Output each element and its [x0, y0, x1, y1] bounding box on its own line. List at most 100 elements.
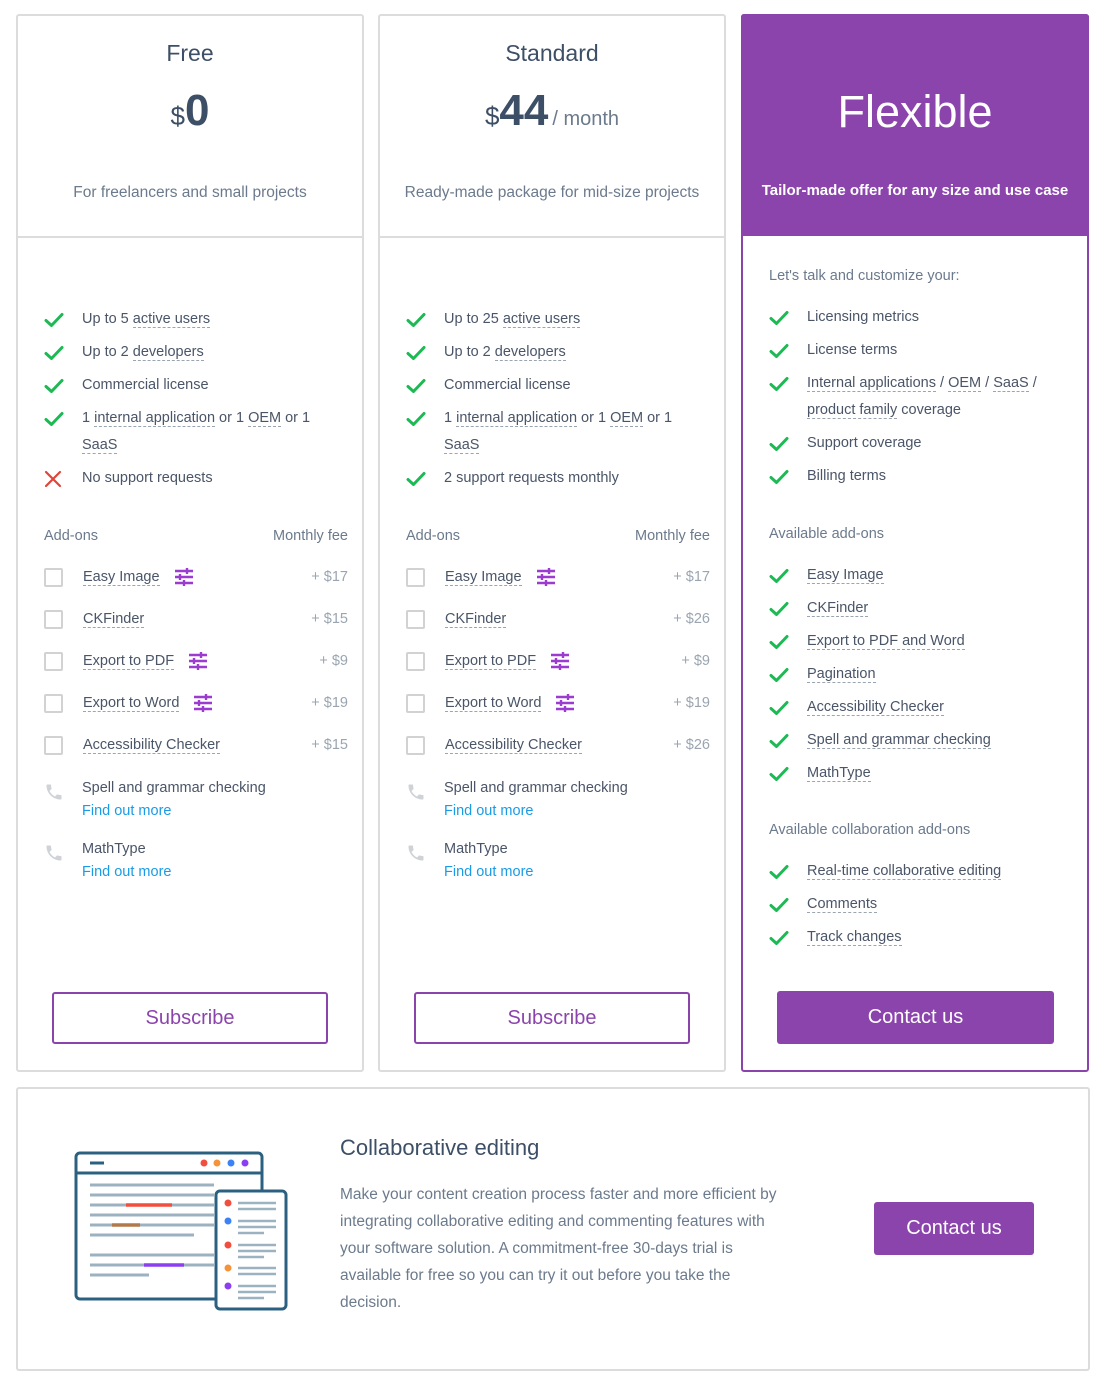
addon-checkbox[interactable]: [406, 735, 425, 755]
find-out-more-link[interactable]: Find out more: [82, 859, 171, 886]
tooltip-term[interactable]: MathType: [807, 765, 871, 782]
addon-name[interactable]: Export to Word: [83, 695, 180, 712]
addon-name[interactable]: Export to PDF: [445, 653, 537, 670]
contact-us-button[interactable]: Contact us: [777, 991, 1054, 1044]
feature-item: Up to 5 active users: [44, 306, 348, 333]
tooltip-term[interactable]: Accessibility Checker: [807, 699, 944, 716]
addon-name[interactable]: Export to Word: [445, 695, 542, 712]
phone-icon: [406, 778, 444, 825]
addon-checkbox[interactable]: [44, 609, 63, 629]
addon-row: Easy Image + $17: [406, 556, 710, 598]
check-icon: [769, 370, 807, 397]
addon-checkbox[interactable]: [44, 567, 63, 587]
addon-fee: + $19: [311, 695, 348, 711]
addon-name[interactable]: CKFinder: [445, 611, 507, 628]
tooltip-term[interactable]: developers: [494, 344, 566, 361]
tooltip-term[interactable]: SaaS: [82, 437, 118, 454]
addon-row: CKFinder + $26: [406, 598, 710, 640]
contact-us-button[interactable]: Contact us: [874, 1202, 1034, 1255]
addon-checkbox[interactable]: [44, 735, 63, 755]
addon-checkbox[interactable]: [406, 567, 425, 587]
addon-list: Easy Image + $17 CKFinder + $15 Export to PD…: [44, 556, 348, 766]
addon-name[interactable]: Easy Image: [83, 569, 160, 586]
addon-row: Export to Word + $19: [406, 682, 710, 724]
tooltip-term[interactable]: internal application: [456, 410, 578, 427]
feature-text: 1 internal application or 1 OEM or 1 Saa…: [444, 405, 710, 459]
tooltip-term[interactable]: active users: [502, 311, 581, 328]
tooltip-term[interactable]: internal application: [94, 410, 216, 427]
configure-icon[interactable]: [193, 694, 213, 712]
addon-text: Pagination: [807, 661, 1073, 688]
tooltip-term[interactable]: Track changes: [807, 929, 902, 946]
find-out-more-link[interactable]: Find out more: [444, 798, 628, 825]
contact-addon-body: Spell and grammar checking Find out more: [82, 778, 266, 825]
collab-addons-label: Available collaboration add-ons: [769, 822, 971, 838]
addon-name[interactable]: Easy Image: [445, 569, 522, 586]
addon-name[interactable]: Export to PDF: [83, 653, 175, 670]
addon-item: CKFinder: [769, 595, 1073, 622]
phone-icon: [44, 778, 82, 825]
configure-icon[interactable]: [536, 568, 556, 586]
feature-item: Support coverage: [769, 430, 1073, 457]
plan-name: Free: [166, 40, 214, 66]
find-out-more-link[interactable]: Find out more: [82, 798, 266, 825]
tooltip-term[interactable]: developers: [132, 344, 204, 361]
configure-icon[interactable]: [550, 652, 570, 670]
addon-checkbox[interactable]: [406, 693, 425, 713]
addon-checkbox[interactable]: [406, 651, 425, 671]
feature-text: Support coverage: [807, 430, 1073, 457]
configure-icon[interactable]: [188, 652, 208, 670]
feature-text-part: or 1: [281, 410, 311, 426]
feature-text: Up to 25 active users: [444, 306, 710, 333]
feature-text: No support requests: [82, 465, 348, 492]
addons-header: Add-ons Monthly fee: [44, 528, 348, 544]
addon-row: Export to Word + $19: [44, 682, 348, 724]
tooltip-term[interactable]: SaaS: [444, 437, 480, 454]
price-amount: 44: [499, 86, 549, 135]
collaboration-illustration-icon: [74, 1151, 288, 1311]
feature-text: Up to 2 developers: [444, 339, 710, 366]
tooltip-term[interactable]: CKFinder: [807, 600, 869, 617]
addon-name[interactable]: CKFinder: [83, 611, 145, 628]
tooltip-term[interactable]: Comments: [807, 896, 878, 913]
feature-item: Commercial license: [44, 372, 348, 399]
configure-icon[interactable]: [174, 568, 194, 586]
addon-fee: + $9: [319, 653, 348, 669]
feature-text-part: Up to 5: [82, 311, 133, 327]
feature-text: Internal applications / OEM / SaaS / pro…: [807, 370, 1073, 424]
price-period: / month: [552, 108, 620, 130]
tooltip-term[interactable]: Internal applications: [807, 375, 936, 392]
tooltip-term[interactable]: Real-time collaborative editing: [807, 863, 1002, 880]
tooltip-term[interactable]: OEM: [248, 410, 282, 427]
feature-text-part: No support requests: [82, 470, 213, 486]
addon-fee: + $19: [673, 695, 710, 711]
plan-card-standard: Standard $44/ month Ready-made package f…: [378, 14, 726, 1072]
tooltip-term[interactable]: Pagination: [807, 666, 876, 683]
tooltip-term[interactable]: OEM: [948, 375, 982, 392]
tooltip-term[interactable]: Export to PDF and Word: [807, 633, 965, 650]
tooltip-term[interactable]: OEM: [610, 410, 644, 427]
addon-name[interactable]: Accessibility Checker: [83, 737, 220, 754]
addon-text: Easy Image: [807, 562, 1073, 589]
addon-fee: + $17: [673, 569, 710, 585]
find-out-more-link[interactable]: Find out more: [444, 859, 533, 886]
addon-checkbox[interactable]: [44, 693, 63, 713]
tooltip-term[interactable]: Spell and grammar checking: [807, 732, 991, 749]
tooltip-term[interactable]: product family: [807, 402, 898, 419]
cross-icon: [44, 465, 82, 492]
subscribe-button[interactable]: Subscribe: [414, 992, 690, 1044]
addon-name[interactable]: Accessibility Checker: [445, 737, 582, 754]
tooltip-term[interactable]: Easy Image: [807, 567, 884, 584]
addon-checkbox[interactable]: [406, 609, 425, 629]
tooltip-term[interactable]: SaaS: [993, 375, 1029, 392]
extras-list: Spell and grammar checking Find out more M…: [44, 778, 348, 900]
tooltip-term[interactable]: active users: [132, 311, 211, 328]
addon-checkbox[interactable]: [44, 651, 63, 671]
plan-header: Flexible Tailor-made offer for any size …: [741, 14, 1089, 236]
subscribe-button[interactable]: Subscribe: [52, 992, 328, 1044]
configure-icon[interactable]: [555, 694, 575, 712]
feature-text-part: License terms: [807, 342, 898, 358]
feature-text: Commercial license: [82, 372, 348, 399]
addon-text: CKFinder: [807, 595, 1073, 622]
addons-label: Add-ons: [44, 528, 99, 544]
